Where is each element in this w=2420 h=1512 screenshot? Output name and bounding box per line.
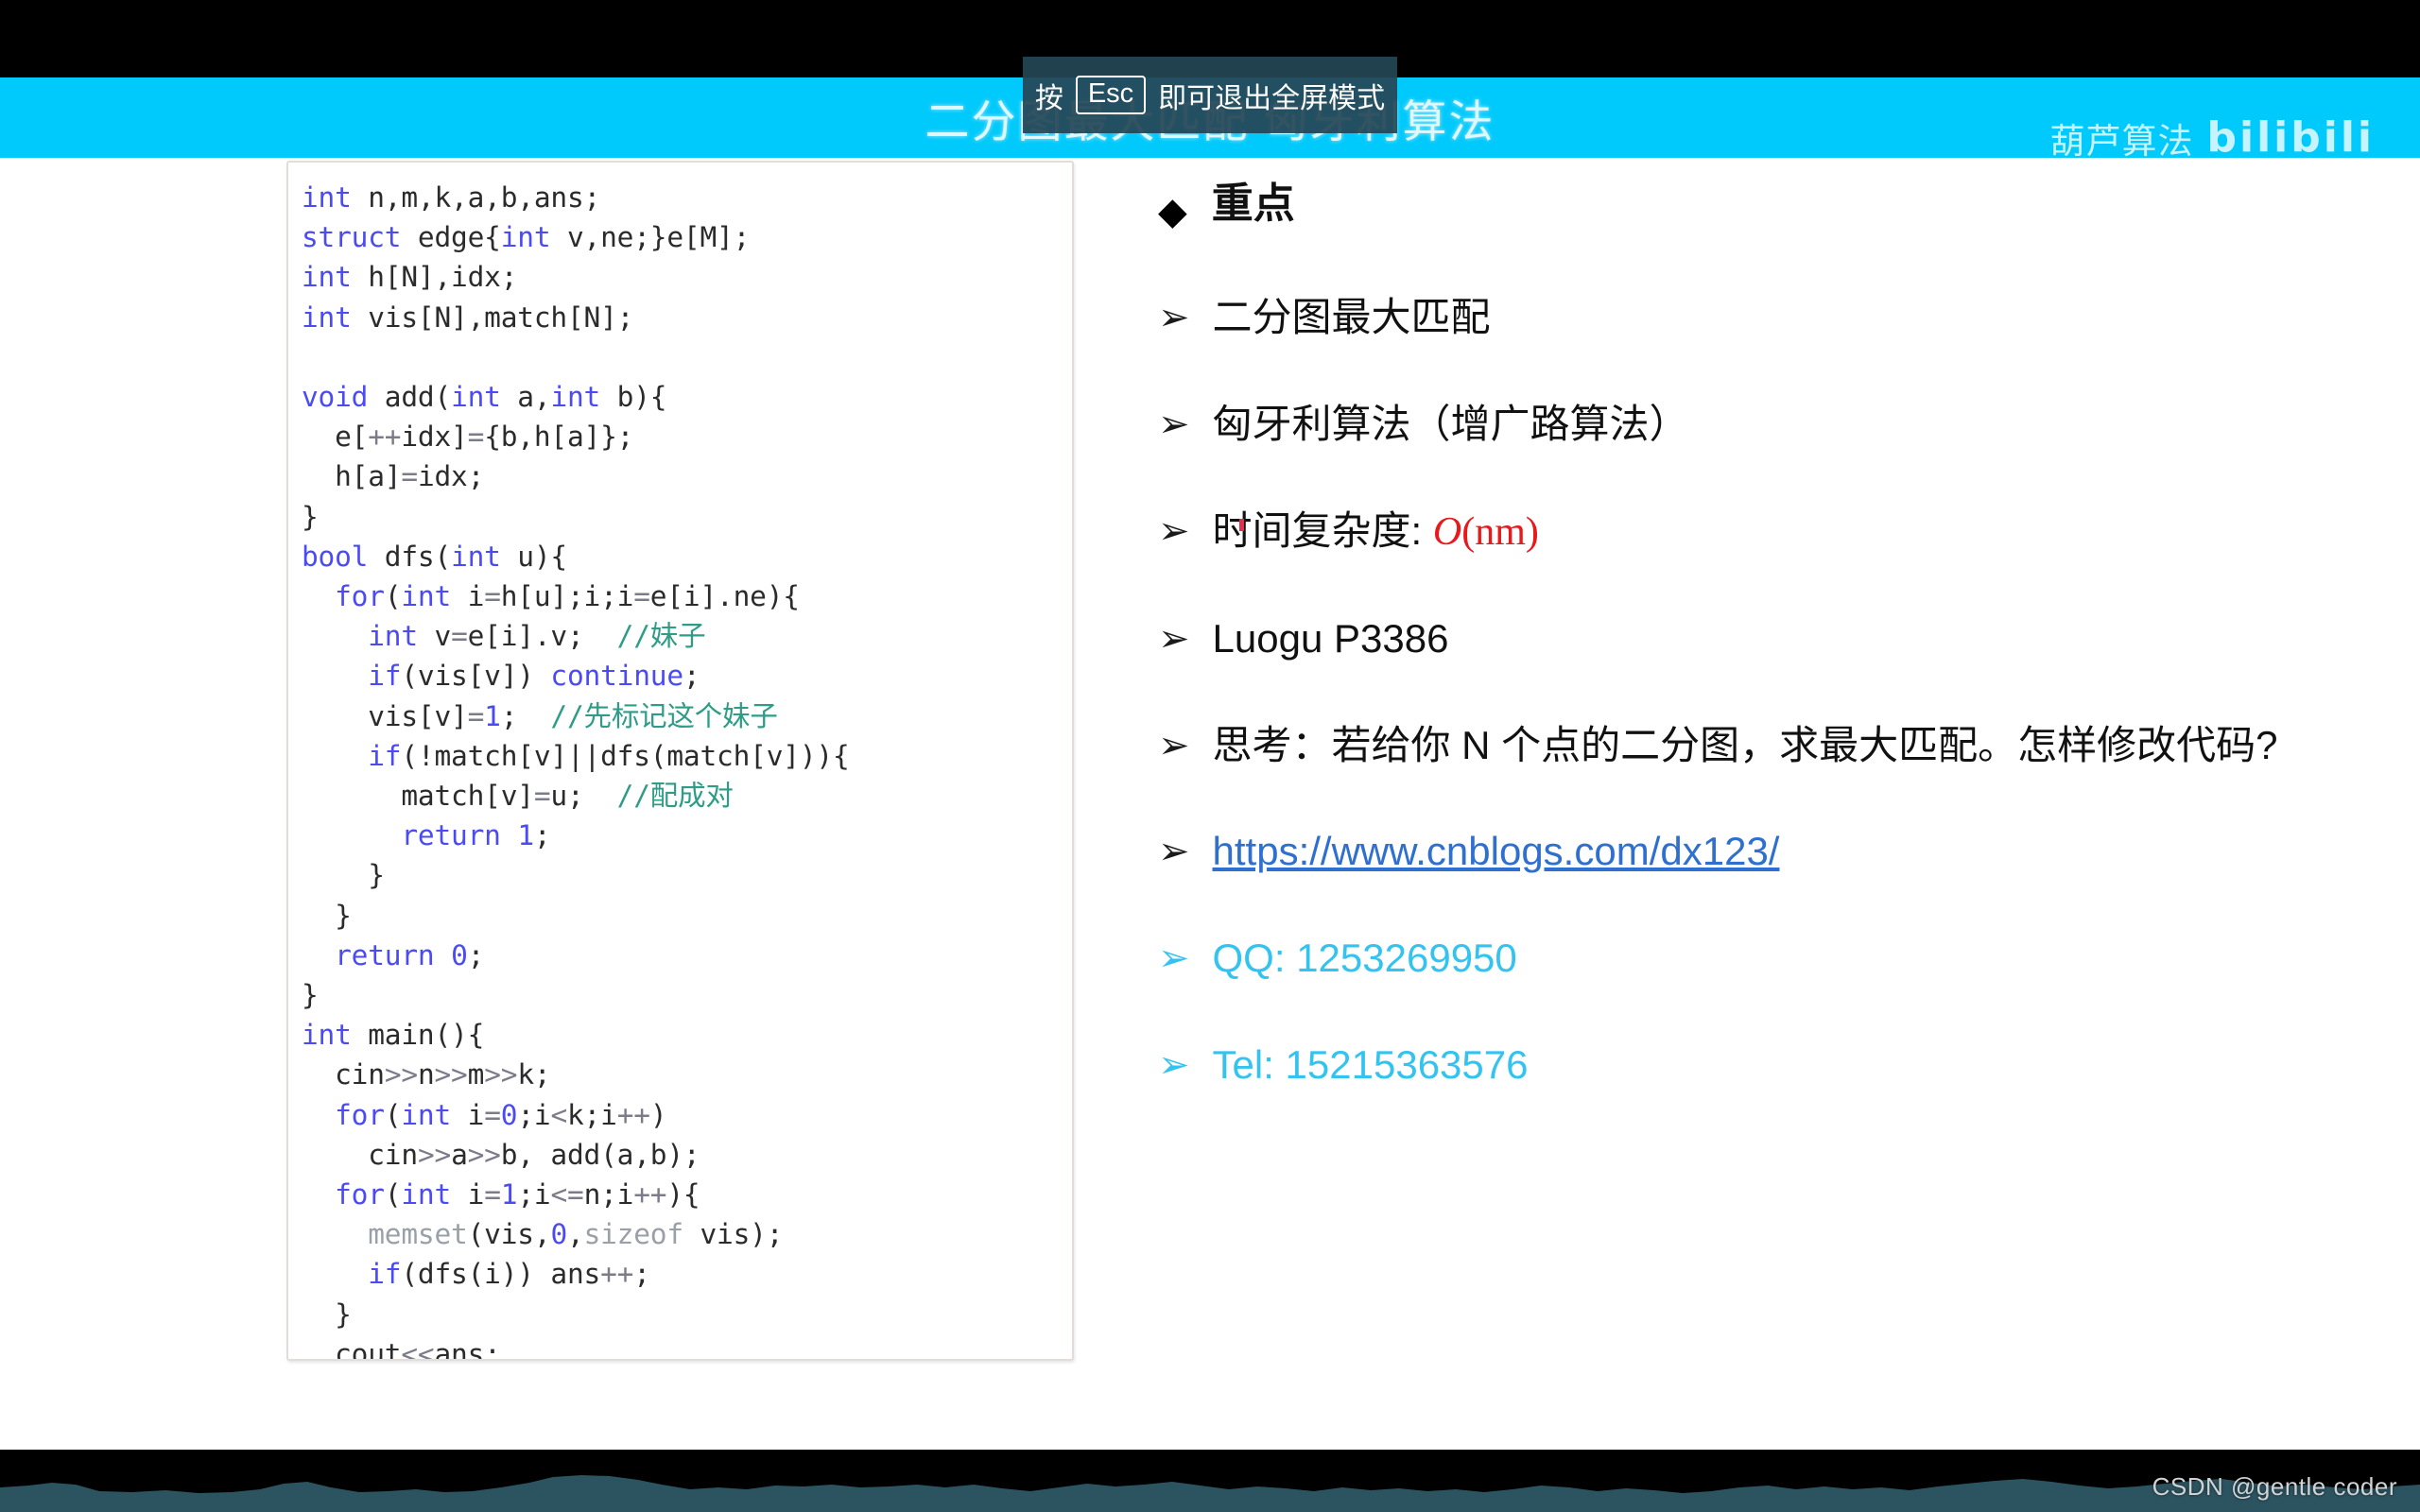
stray-cursor-mark bbox=[1239, 519, 1244, 531]
bilibili-logo: bilibili bbox=[2206, 119, 2375, 159]
slide-canvas: 二分图最大匹配 匈牙利算法 葫芦算法 bilibili int n,m,k,a,… bbox=[0, 77, 2420, 1450]
bullet-list: ◆ 重点 ➢ 二分图最大匹配 ➢ 匈牙利算法（增广路算法） ➢ 时间复杂度: O… bbox=[1158, 180, 2377, 1143]
arrow-bullet-icon: ➢ bbox=[1158, 1043, 1190, 1088]
complexity-big-o: O bbox=[1432, 509, 1462, 554]
tel-contact: Tel: 15215363576 bbox=[1212, 1042, 1529, 1088]
complexity-args: (nm) bbox=[1461, 509, 1539, 554]
bullet-label: Luogu P3386 bbox=[1212, 615, 1449, 661]
csdn-watermark: CSDN @gentle coder bbox=[2152, 1472, 2397, 1501]
bullet-item-max-matching: ➢ 二分图最大匹配 bbox=[1158, 289, 2377, 347]
arrow-bullet-icon: ➢ bbox=[1158, 402, 1190, 446]
diamond-bullet-icon: ◆ bbox=[1158, 191, 1187, 232]
arrow-bullet-icon: ➢ bbox=[1158, 830, 1190, 874]
toast-suffix-label: 即可退出全屏模式 bbox=[1158, 82, 1386, 114]
esc-key-badge: Esc bbox=[1075, 76, 1147, 114]
letterbox-bottom: CSDN @gentle coder bbox=[0, 1450, 2420, 1512]
video-player-stage: 二分图最大匹配 匈牙利算法 葫芦算法 bilibili int n,m,k,a,… bbox=[0, 0, 2420, 1512]
qq-contact: QQ: 1253269950 bbox=[1212, 936, 1517, 981]
bullet-item-luogu: ➢ Luogu P3386 bbox=[1158, 610, 2377, 668]
arrow-bullet-icon: ➢ bbox=[1158, 936, 1190, 981]
fullscreen-exit-toast: 按 Esc 即可退出全屏模式 bbox=[1023, 57, 1397, 133]
bullet-item-blog-link[interactable]: ➢ https://www.cnblogs.com/dx123/ bbox=[1158, 823, 2377, 881]
complexity-prefix: 时间复杂度: bbox=[1212, 507, 1433, 553]
bullet-item-tel: ➢ Tel: 15215363576 bbox=[1158, 1037, 2377, 1094]
bullet-heading-label: 重点 bbox=[1211, 180, 1295, 227]
bullet-label: 匈牙利算法（增广路算法） bbox=[1212, 401, 1689, 446]
bullet-heading: ◆ 重点 bbox=[1158, 180, 2377, 232]
bullet-item-qq: ➢ QQ: 1253269950 bbox=[1158, 930, 2377, 988]
blog-link[interactable]: https://www.cnblogs.com/dx123/ bbox=[1213, 823, 1780, 881]
arrow-bullet-icon: ➢ bbox=[1158, 508, 1190, 553]
bullet-label: 时间复杂度: O(nm) bbox=[1213, 503, 1539, 561]
toast-prefix-label: 按 bbox=[1034, 82, 1063, 114]
arrow-bullet-icon: ➢ bbox=[1158, 296, 1190, 339]
channel-watermark-text: 葫芦算法 bbox=[2049, 122, 2194, 159]
bullet-label: 二分图最大匹配 bbox=[1212, 295, 1491, 339]
audio-waveform[interactable] bbox=[0, 1469, 2420, 1512]
code-block: int n,m,k,a,b,ans; struct edge{int v,ne;… bbox=[302, 181, 850, 1361]
arrow-bullet-icon: ➢ bbox=[1158, 723, 1190, 767]
bullet-item-thinking: ➢ 思考：若给你 N 个点的二分图，求最大匹配。怎样修改代码? bbox=[1158, 717, 2377, 775]
bullet-label: 思考：若给你 N 个点的二分图，求最大匹配。怎样修改代码? bbox=[1212, 722, 2278, 767]
bullet-item-complexity: ➢ 时间复杂度: O(nm) bbox=[1158, 503, 2377, 561]
arrow-bullet-icon: ➢ bbox=[1158, 616, 1190, 661]
channel-watermark: 葫芦算法 bilibili bbox=[2050, 119, 2375, 159]
bullet-item-hungarian: ➢ 匈牙利算法（增广路算法） bbox=[1158, 396, 2377, 454]
code-panel: int n,m,k,a,b,ans; struct edge{int v,ne;… bbox=[286, 161, 1074, 1361]
